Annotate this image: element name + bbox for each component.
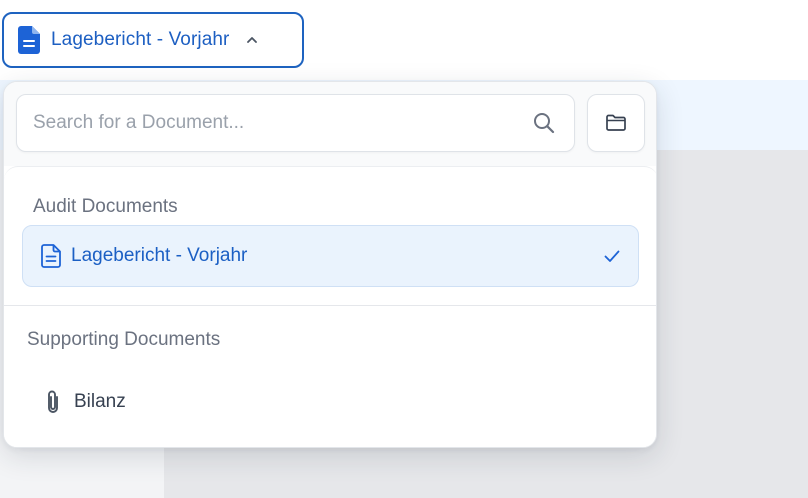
search-icon[interactable]: [532, 111, 556, 135]
group-heading-supporting-documents: Supporting Documents: [27, 329, 221, 350]
list-item-label: Bilanz: [74, 391, 126, 412]
list-item-bilanz[interactable]: Bilanz: [44, 387, 126, 417]
document-dropdown: Audit Documents Lagebericht - Vorjahr Su…: [3, 81, 657, 448]
folder-icon: [605, 114, 627, 132]
search-input[interactable]: [33, 95, 513, 151]
selected-document-label: Lagebericht - Vorjahr: [51, 29, 230, 50]
checkmark-icon: [602, 246, 622, 266]
group-divider: [4, 305, 656, 306]
search-area: [4, 82, 656, 166]
document-selector-button[interactable]: Lagebericht - Vorjahr: [2, 12, 304, 68]
list-item-label: Lagebericht - Vorjahr: [71, 245, 248, 266]
paperclip-icon: [44, 388, 62, 416]
document-icon: [41, 244, 61, 268]
chevron-up-icon: [245, 33, 259, 47]
search-box[interactable]: [16, 94, 575, 152]
group-heading-audit-documents: Audit Documents: [33, 196, 178, 217]
browse-folder-button[interactable]: [587, 94, 645, 152]
document-icon: [18, 26, 40, 54]
list-item-lagebericht-vorjahr[interactable]: Lagebericht - Vorjahr: [22, 225, 639, 287]
document-list: Audit Documents Lagebericht - Vorjahr Su…: [4, 166, 656, 447]
